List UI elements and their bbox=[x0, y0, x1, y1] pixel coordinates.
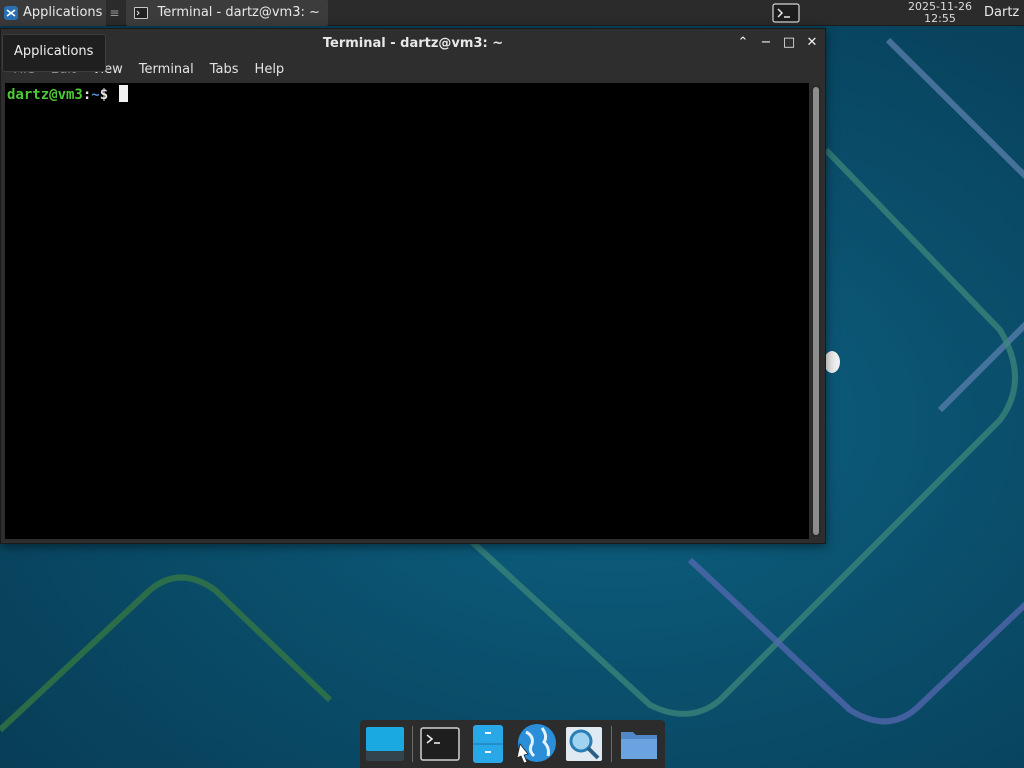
prompt-path: ~ bbox=[91, 87, 100, 103]
magnifier-icon bbox=[566, 727, 602, 761]
terminal-window: Terminal - dartz@vm3: ~ ⌃ − □ ✕ File Edi… bbox=[0, 28, 826, 544]
applications-menu-label: Applications bbox=[23, 5, 103, 20]
globe-icon bbox=[516, 724, 556, 764]
panel-separator-icon: ≡ bbox=[109, 5, 120, 20]
taskbar-terminal-label: Terminal - dartz@vm3: ~ bbox=[157, 5, 320, 20]
window-menubar: File Edit View Terminal Tabs Help bbox=[1, 57, 825, 81]
terminal-output-area[interactable]: dartz@vm3:~$ bbox=[5, 83, 809, 539]
terminal-icon bbox=[134, 6, 149, 19]
file-cabinet-icon bbox=[473, 725, 503, 763]
dock-separator bbox=[611, 726, 612, 762]
dock-file-drawer-button[interactable] bbox=[466, 722, 510, 766]
dock-home-folder-button[interactable] bbox=[617, 722, 661, 766]
clock-date: 2025-11-26 bbox=[908, 0, 972, 13]
dock-terminal-button[interactable] bbox=[418, 722, 462, 766]
window-title: Terminal - dartz@vm3: ~ bbox=[322, 36, 504, 51]
bottom-dock bbox=[360, 720, 665, 768]
terminal-scrollbar[interactable] bbox=[811, 85, 821, 537]
prompt-user: dartz@vm3 bbox=[7, 87, 83, 103]
user-menu[interactable]: Dartz bbox=[984, 5, 1024, 20]
dock-separator bbox=[412, 726, 413, 762]
menu-tabs[interactable]: Tabs bbox=[210, 62, 239, 77]
top-panel: Applications ≡ Terminal - dartz@vm3: ~ 2… bbox=[0, 0, 1024, 26]
close-button[interactable]: ✕ bbox=[804, 35, 820, 51]
terminal-icon bbox=[420, 727, 460, 761]
folder-icon bbox=[621, 732, 657, 759]
prompt-symbol: $ bbox=[99, 87, 109, 103]
terminal-launcher-icon[interactable] bbox=[772, 2, 800, 23]
xfce-logo-icon bbox=[4, 5, 18, 20]
clock-time: 12:55 bbox=[924, 11, 956, 25]
menu-help[interactable]: Help bbox=[255, 62, 285, 77]
shell-prompt: dartz@vm3:~$ bbox=[7, 85, 128, 103]
scrollbar-thumb[interactable] bbox=[813, 87, 819, 535]
text-cursor bbox=[118, 85, 128, 102]
show-desktop-icon bbox=[366, 727, 404, 761]
maximize-button[interactable]: □ bbox=[781, 35, 797, 51]
applications-menu-button[interactable]: Applications bbox=[0, 0, 107, 26]
dock-web-browser-button[interactable] bbox=[514, 722, 558, 766]
menu-terminal[interactable]: Terminal bbox=[139, 62, 194, 77]
minimize-button[interactable]: − bbox=[758, 35, 774, 51]
shade-button[interactable]: ⌃ bbox=[735, 35, 751, 51]
dock-app-finder-button[interactable] bbox=[562, 722, 606, 766]
taskbar-terminal-button[interactable]: Terminal - dartz@vm3: ~ bbox=[126, 0, 328, 26]
window-titlebar[interactable]: Terminal - dartz@vm3: ~ ⌃ − □ ✕ bbox=[1, 29, 825, 57]
panel-clock[interactable]: 2025-11-26 12:55 bbox=[908, 0, 972, 25]
show-desktop-button[interactable] bbox=[363, 722, 407, 766]
applications-tooltip: Applications bbox=[2, 34, 106, 72]
